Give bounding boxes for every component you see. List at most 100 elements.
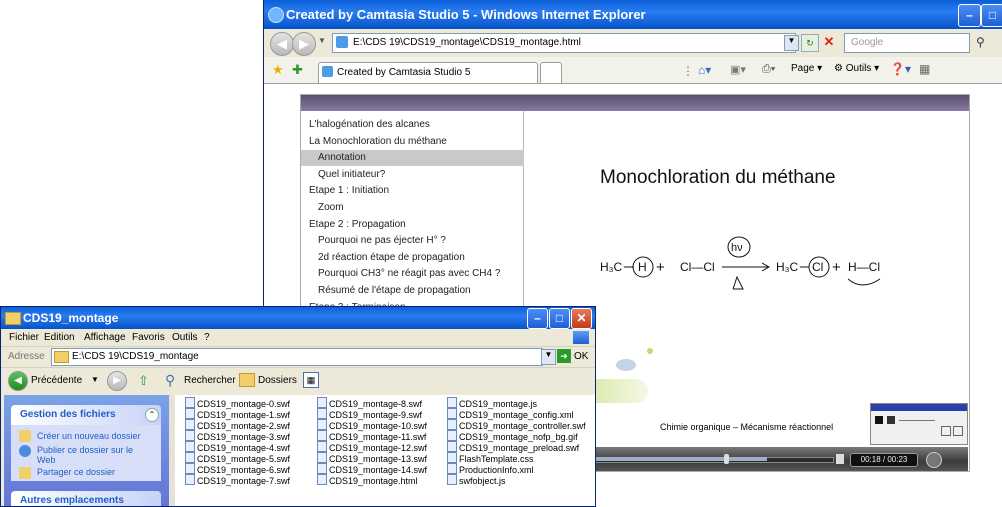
file-item[interactable]: ProductionInfo.xml [447, 463, 534, 475]
home-icon[interactable]: ⌂▾ [698, 63, 711, 77]
collapse-icon[interactable]: ⌃ [145, 408, 159, 422]
go-label[interactable]: OK [574, 351, 588, 362]
feeds-icon[interactable]: ▣▾ [730, 63, 746, 76]
folders-button[interactable]: Dossiers [258, 375, 297, 386]
file-item[interactable]: CDS19_montage-4.swf [185, 441, 290, 453]
ie-window-title: Created by Camtasia Studio 5 - Windows I… [286, 7, 646, 22]
toc-item[interactable]: Pourquoi ne pas éjecter H° ? [301, 233, 540, 249]
file-item[interactable]: CDS19_montage.js [447, 397, 537, 409]
share-folder-link[interactable]: Partager ce dossier [37, 467, 115, 477]
stop-icon[interactable]: ✕ [821, 34, 837, 50]
player-menu-button[interactable] [926, 452, 942, 468]
url-dropdown-icon[interactable]: ▼ [784, 35, 799, 51]
back-button[interactable]: Précédente [31, 375, 82, 386]
refresh-icon[interactable]: ↻ [801, 34, 819, 52]
file-name: CDS19_montage.html [329, 476, 418, 486]
toc-item[interactable]: Etape 2 : Propagation [301, 217, 531, 233]
views-icon[interactable]: ▦ [303, 372, 319, 388]
add-favorite-icon[interactable]: ✚ [292, 62, 303, 78]
explorer-address-field[interactable]: E:\CDS 19\CDS19_montage [51, 348, 543, 366]
search-input[interactable]: Google [844, 33, 970, 53]
toc-item[interactable]: Quel initiateur? [301, 167, 540, 183]
menu-favoris[interactable]: Favoris [132, 332, 165, 343]
ie-titlebar[interactable]: Created by Camtasia Studio 5 - Windows I… [264, 0, 1002, 29]
history-dropdown-icon[interactable]: ▼ [318, 36, 326, 45]
search-magnifier-icon[interactable]: ⚲ [165, 372, 175, 389]
publish-web-link[interactable]: Publier ce dossier sur le Web [37, 445, 147, 465]
file-item[interactable]: CDS19_montage_preload.swf [447, 441, 579, 453]
file-item[interactable]: swfobject.js [447, 474, 506, 486]
favorites-star-icon[interactable]: ★ [272, 62, 284, 78]
file-item[interactable]: CDS19_montage-11.swf [317, 430, 426, 442]
file-item[interactable]: CDS19_montage-3.swf [185, 430, 290, 442]
toc-item[interactable]: Résumé de l'étape de propagation [301, 283, 540, 299]
toc-item[interactable]: Etape 1 : Initiation [301, 183, 531, 199]
up-folder-icon[interactable]: ⇧ [138, 373, 149, 389]
file-item[interactable]: CDS19_montage-1.swf [185, 408, 290, 420]
toc-item[interactable]: Zoom [301, 200, 540, 216]
new-folder-link[interactable]: Créer un nouveau dossier [37, 431, 141, 441]
toc-item[interactable]: L'halogénation des alcanes [301, 117, 531, 133]
file-item[interactable]: CDS19_montage-2.swf [185, 419, 290, 431]
file-item[interactable]: CDS19_montage-8.swf [317, 397, 422, 409]
address-dropdown-icon[interactable]: ▼ [541, 349, 556, 365]
file-item[interactable]: FlashTemplate.css [447, 452, 534, 464]
file-item[interactable]: CDS19_montage-0.swf [185, 397, 290, 409]
file-item[interactable]: CDS19_montage-9.swf [317, 408, 422, 420]
volume-icon[interactable] [836, 454, 844, 464]
file-item[interactable]: CDS19_montage_nofp_bg.gif [447, 430, 578, 442]
file-item[interactable]: CDS19_montage-14.swf [317, 463, 427, 475]
back-icon[interactable]: ◀ [270, 32, 294, 56]
search-button[interactable]: Rechercher [184, 375, 236, 386]
go-icon[interactable]: ➜ [557, 349, 571, 363]
file-item[interactable]: CDS19_montage.html [317, 474, 418, 486]
tab-camtasia[interactable]: Created by Camtasia Studio 5 [318, 62, 538, 83]
forward-icon[interactable]: ▶ [292, 32, 316, 56]
toc-item[interactable]: Pourquoi CH3° ne réagit pas avec CH4 ? [301, 266, 540, 282]
mini-progress[interactable] [899, 420, 935, 421]
file-icon [185, 452, 195, 463]
explorer-titlebar[interactable]: CDS19_montage – □ ✕ [1, 307, 595, 329]
toc-item[interactable]: La Monochloration du méthane [301, 134, 531, 150]
menu-edition[interactable]: Edition [44, 332, 75, 343]
menu-fichier[interactable]: Fichier [9, 332, 39, 343]
file-item[interactable]: CDS19_montage_config.xml [447, 408, 574, 420]
folders-icon[interactable] [239, 373, 255, 387]
file-item[interactable]: CDS19_montage-12.swf [317, 441, 427, 453]
search-icon[interactable]: ⚲ [976, 35, 985, 49]
file-item[interactable]: CDS19_montage-13.swf [317, 452, 427, 464]
file-item[interactable]: CDS19_montage-6.swf [185, 463, 290, 475]
toc-item[interactable]: Annotation [301, 150, 540, 167]
help-icon[interactable]: ❓▾ [890, 62, 911, 76]
file-item[interactable]: CDS19_montage-7.swf [185, 474, 290, 486]
page-menu[interactable]: Page ▾ [791, 63, 822, 74]
mini-btn-a[interactable] [941, 426, 951, 436]
tools-menu[interactable]: ⚙ Outils ▾ [834, 63, 879, 74]
menu-affichage[interactable]: Affichage [84, 332, 126, 343]
explorer-maximize-button[interactable]: □ [549, 308, 570, 329]
minimize-button[interactable]: – [958, 4, 981, 27]
explorer-close-button[interactable]: ✕ [571, 308, 592, 329]
ie-url-field[interactable]: E:\CDS 19\CDS19_montage\CDS19_montage.ht… [332, 33, 796, 53]
mini-controller[interactable] [870, 403, 968, 445]
menu-help[interactable]: ? [204, 332, 210, 343]
seek-handle[interactable] [724, 454, 729, 464]
new-tab-button[interactable] [540, 62, 562, 83]
mini-stop-icon[interactable] [875, 416, 883, 424]
back-arrow-icon[interactable]: ◀ [8, 371, 28, 391]
mini-btn-b[interactable] [953, 426, 963, 436]
file-tasks-header[interactable]: Gestion des fichiers [11, 405, 161, 425]
explorer-minimize-button[interactable]: – [527, 308, 548, 329]
mini-pause-icon[interactable] [887, 416, 895, 424]
back-dropdown-icon[interactable]: ▼ [91, 375, 99, 384]
file-item[interactable]: CDS19_montage-5.swf [185, 452, 290, 464]
file-item[interactable]: CDS19_montage_controller.swf [447, 419, 586, 431]
research-icon[interactable]: ▦ [919, 62, 930, 76]
menu-outils[interactable]: Outils [172, 332, 198, 343]
maximize-button[interactable]: □ [981, 4, 1002, 27]
file-icon [185, 463, 195, 474]
print-icon[interactable]: ⎙▾ [762, 63, 775, 76]
forward-arrow-icon[interactable]: ▶ [107, 371, 127, 391]
file-item[interactable]: CDS19_montage-10.swf [317, 419, 427, 431]
toc-item[interactable]: 2d réaction étape de propagation [301, 250, 540, 266]
